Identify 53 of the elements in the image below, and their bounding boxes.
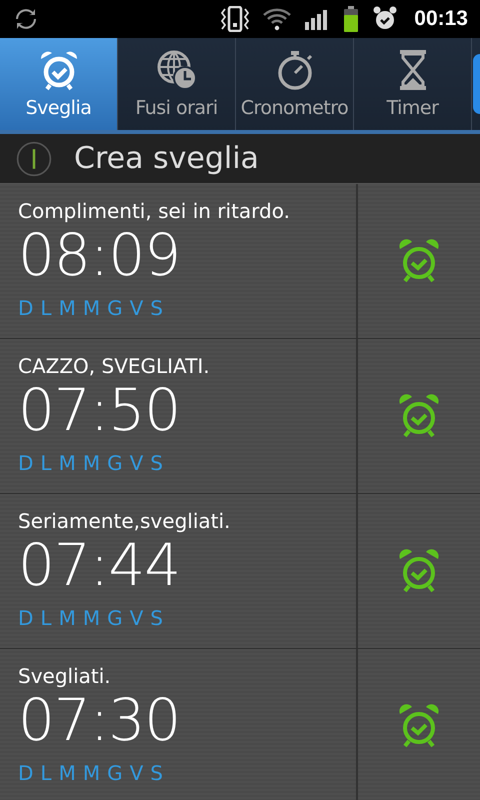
weekday-letter: M xyxy=(82,451,100,475)
alarm-clock-icon[interactable] xyxy=(398,549,440,593)
vibrate-icon xyxy=(220,6,250,32)
weekday-letter: L xyxy=(40,296,52,320)
weekday-letter: G xyxy=(107,606,123,630)
alarm-clock-icon[interactable] xyxy=(398,239,440,283)
weekday-letter: S xyxy=(150,296,163,320)
alarm-label: Complimenti, sei in ritardo. xyxy=(18,198,290,224)
battery-icon xyxy=(342,6,360,32)
weekday-letter: V xyxy=(130,761,144,785)
alarm-label: CAZZO, SVEGLIATI. xyxy=(18,353,210,379)
weekday-letter: S xyxy=(150,761,163,785)
status-time: 00:13 xyxy=(414,7,468,31)
weekday-letter: M xyxy=(82,606,100,630)
alarm-clock-icon[interactable] xyxy=(398,704,440,748)
alarm-clock-icon[interactable] xyxy=(398,394,440,438)
alarm-time: 07:50 xyxy=(18,379,180,441)
weekday-letter: V xyxy=(130,451,144,475)
weekday-letter: D xyxy=(18,606,34,630)
weekday-letter: D xyxy=(18,761,34,785)
weekday-letter: G xyxy=(107,296,123,320)
alarm-clock-icon xyxy=(372,6,398,32)
alarm-label: Seriamente,svegliati. xyxy=(18,508,230,534)
weekday-letter: L xyxy=(40,451,52,475)
weekday-letter: S xyxy=(150,451,163,475)
weekday-letter: L xyxy=(40,761,52,785)
alarm-time: 08:09 xyxy=(18,224,180,286)
weekday-letter: G xyxy=(107,761,123,785)
weekday-letter: M xyxy=(82,296,100,320)
tab[interactable]: Timer xyxy=(354,38,472,130)
globe-clock-icon xyxy=(156,49,198,91)
tab[interactable]: Fusi orari xyxy=(118,38,236,130)
weekday-letter: M xyxy=(58,451,76,475)
weekday-letter: M xyxy=(58,761,76,785)
add-icon[interactable] xyxy=(16,140,52,176)
weekday-letter: L xyxy=(40,606,52,630)
wifi-icon xyxy=(262,7,292,31)
weekday-letter: M xyxy=(82,761,100,785)
weekday-letter: M xyxy=(58,296,76,320)
alarm-time: 07:30 xyxy=(18,689,180,751)
alarm-time: 07:44 xyxy=(18,534,180,596)
sync-icon xyxy=(14,9,38,29)
weekday-letter: S xyxy=(150,606,163,630)
tab[interactable]: Sveglia xyxy=(0,38,118,130)
weekday-letter: G xyxy=(107,451,123,475)
weekday-letter: D xyxy=(18,296,34,320)
weekday-letter: M xyxy=(58,606,76,630)
weekday-letter: D xyxy=(18,451,34,475)
weekday-letter: V xyxy=(130,606,144,630)
alarm-label: Svegliati. xyxy=(18,663,111,689)
tab[interactable]: Cronometro xyxy=(236,38,354,130)
weekday-letter: V xyxy=(130,296,144,320)
overscroll-glow xyxy=(473,54,480,114)
